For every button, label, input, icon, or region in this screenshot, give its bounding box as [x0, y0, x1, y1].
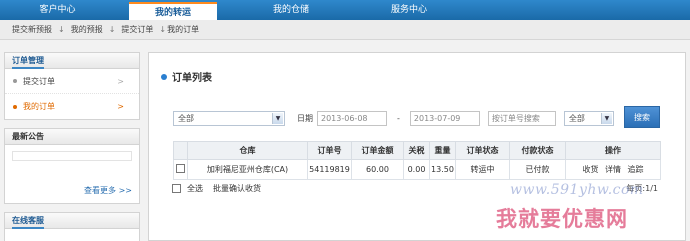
bullet-icon [161, 73, 167, 80]
column-header: 操作 [565, 141, 661, 160]
table-header-row: 仓库 订单号 订单金额 关税 重量 订单状态 付款状态 操作 [173, 141, 661, 160]
subnav-submit-order[interactable]: 提交订单 [121, 24, 153, 35]
bullet-icon [13, 79, 17, 83]
tab-customer-center[interactable]: 客户中心 [0, 0, 115, 20]
subnav-new-forecast[interactable]: 提交新预报 [12, 24, 52, 35]
chevron-right-icon: > [117, 76, 124, 86]
subnav-my-orders[interactable]: 我的订单 [167, 24, 199, 35]
top-nav: 客户中心 我的转运 我的仓储 服务中心 [0, 0, 690, 20]
tab-service-center[interactable]: 服务中心 [365, 0, 453, 20]
order-search-input[interactable]: 按订单号搜索 [487, 110, 556, 126]
column-header: 重量 [429, 141, 456, 160]
receive-link[interactable]: 收货 [582, 165, 598, 174]
select-all-checkbox[interactable] [172, 184, 181, 193]
cell-actions: 收货 详情 追踪 [565, 159, 661, 180]
status-select[interactable]: 全部 ▼ [563, 110, 614, 126]
notice-list [12, 151, 132, 161]
cell-payment: 已付款 [509, 159, 566, 180]
arrow-down-icon: ↓ [108, 25, 116, 34]
column-header [173, 141, 188, 160]
warehouse-select[interactable]: 全部 ▼ [173, 110, 285, 126]
chevron-right-icon: > [117, 102, 124, 111]
sub-nav: 提交新预报 ↓ 我的预报 ↓ 提交订单 ↓ 我的订单 [0, 20, 690, 40]
date-to-input[interactable]: 2013-07-09 [409, 110, 480, 126]
sidebar-item-my-orders[interactable]: 我的订单 > [5, 94, 139, 119]
bullet-icon [13, 104, 17, 109]
cell-amount: 60.00 [351, 159, 404, 180]
tab-my-forwarding[interactable]: 我的转运 [129, 2, 217, 20]
cell-order-no: 54119819 [307, 159, 352, 180]
chevron-down-icon: ▼ [272, 112, 283, 124]
notice-title: 最新公告 [5, 129, 139, 145]
column-header: 付款状态 [509, 141, 566, 160]
chevron-down-icon: ▼ [600, 112, 612, 124]
cell-status: 转运中 [455, 159, 510, 180]
bulk-action-bar: 全选 批量确认收货 [172, 183, 261, 194]
online-service-panel: 在线客服 [4, 212, 140, 241]
filter-bar: 全部 ▼ 日期 2013-06-08 - 2013-07-09 按订单号搜索 全… [173, 110, 614, 126]
date-label: 日期 [297, 113, 313, 123]
more-link[interactable]: 查看更多 >> [84, 185, 132, 196]
column-header: 仓库 [187, 141, 308, 160]
cell-weight: 13.50 [429, 159, 456, 180]
sidebar-item-label: 我的订单 [23, 102, 55, 111]
online-service-title: 在线客服 [5, 213, 139, 229]
select-all-label[interactable]: 全选 [187, 183, 203, 194]
sidebar: 订单管理 提交订单 > 我的订单 > 最新公告 查看更多 >> 在线客服 [4, 52, 140, 241]
track-link[interactable]: 追踪 [628, 165, 644, 174]
row-checkbox[interactable] [176, 164, 185, 173]
cell-tax: 0.00 [403, 159, 430, 180]
page-title: 订单列表 [161, 69, 212, 84]
arrow-down-icon: ↓ [159, 25, 167, 34]
table-row: 加利福尼亚州仓库(CA) 54119819 60.00 0.00 13.50 转… [173, 159, 661, 180]
column-header: 订单号 [307, 141, 352, 160]
column-header: 关税 [403, 141, 430, 160]
watermark-text: 我就要优惠网 [496, 207, 628, 231]
tab-my-storage[interactable]: 我的仓储 [247, 0, 335, 20]
date-from-input[interactable]: 2013-06-08 [317, 110, 387, 126]
search-button[interactable]: 搜索 [624, 106, 660, 128]
date-separator: - [397, 113, 400, 123]
details-link[interactable]: 详情 [605, 165, 621, 174]
notice-panel: 最新公告 查看更多 >> [4, 128, 140, 204]
order-management-title: 订单管理 [5, 53, 139, 69]
sidebar-item-submit-order[interactable]: 提交订单 > [5, 69, 139, 94]
orders-table: 仓库 订单号 订单金额 关税 重量 订单状态 付款状态 操作 加利福尼亚州仓库(… [173, 141, 661, 180]
watermark-url: www.591yhw.com [510, 182, 644, 198]
subnav-my-forecast[interactable]: 我的预报 [71, 24, 103, 35]
cell-warehouse: 加利福尼亚州仓库(CA) [187, 159, 308, 180]
column-header: 订单状态 [455, 141, 510, 160]
bulk-confirm-receipt-button[interactable]: 批量确认收货 [213, 183, 261, 194]
order-management-panel: 订单管理 提交订单 > 我的订单 > [4, 52, 140, 120]
sidebar-item-label: 提交订单 [23, 76, 55, 86]
arrow-down-icon: ↓ [58, 25, 65, 34]
column-header: 订单金额 [351, 141, 404, 160]
